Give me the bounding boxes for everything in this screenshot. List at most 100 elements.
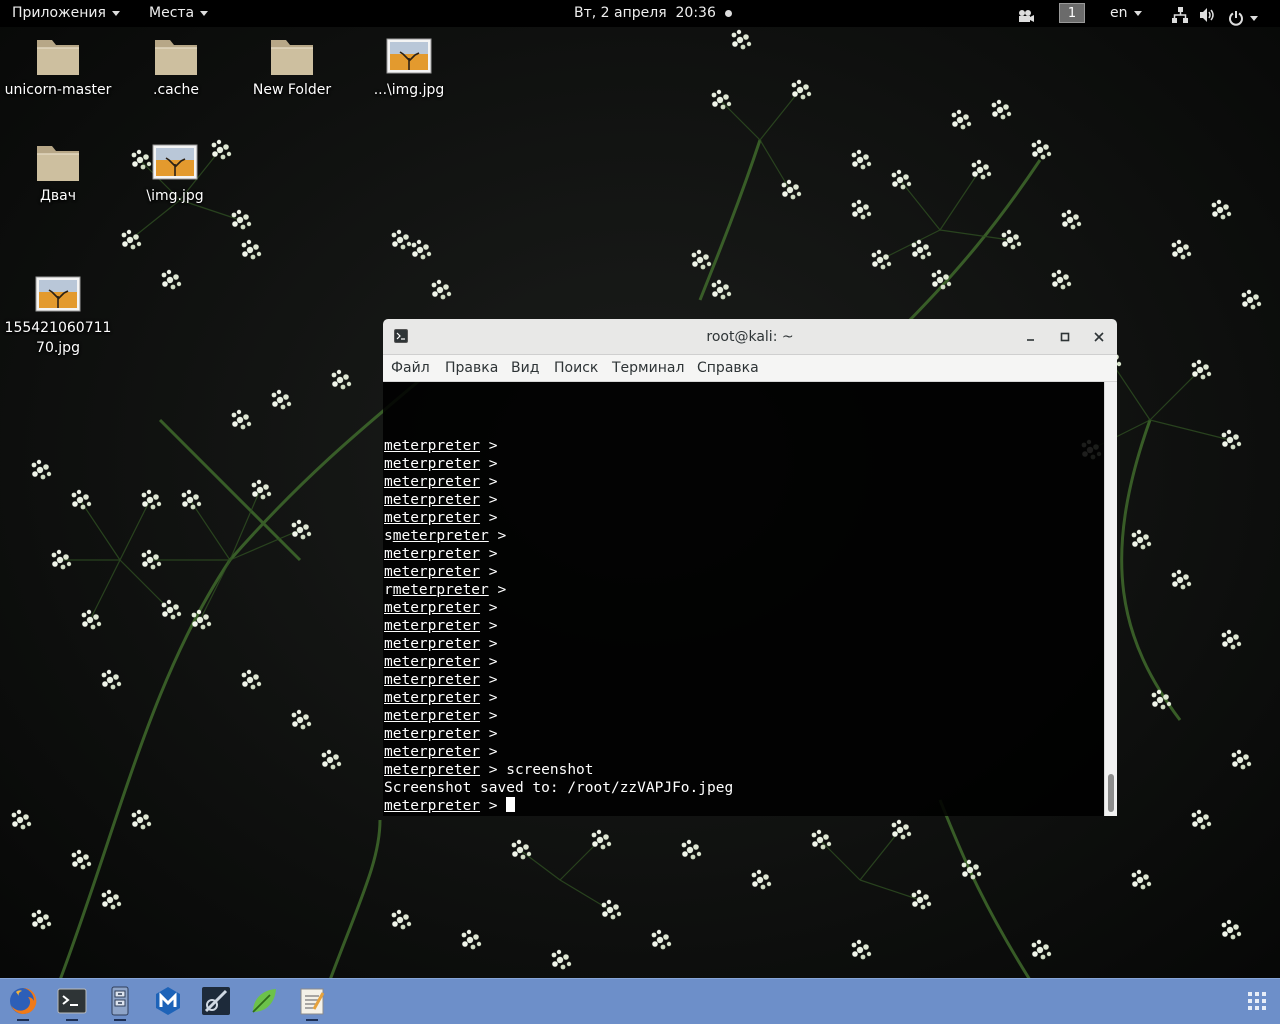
keyboard-layout-menu[interactable]: en (1110, 0, 1142, 27)
terminal-command-text: > (480, 492, 498, 508)
top-panel: Приложения Места Вт, 2 апреля 20:36 1 en (0, 0, 1280, 27)
system-menu[interactable] (1228, 5, 1258, 26)
applications-menu[interactable]: Приложения (12, 0, 120, 27)
meterpreter-prompt: meterpreter (384, 618, 481, 634)
menu-file[interactable]: Файл (391, 355, 430, 382)
places-menu[interactable]: Места (149, 0, 209, 27)
close-button[interactable] (1091, 329, 1107, 345)
folder-icon (37, 146, 79, 181)
terminal-command-text: > (480, 600, 498, 616)
text-editor-icon (300, 988, 325, 1015)
workspace-number: 1 (1067, 6, 1077, 21)
terminal-line: Screenshot saved to: /root/zzVAPJFo.jpeg (384, 779, 733, 797)
minimize-button[interactable] (1023, 329, 1039, 345)
desktop-icon-dvach[interactable]: Двач (2, 142, 114, 206)
menu-edit[interactable]: Правка (445, 355, 498, 382)
terminal-line: meterpreter > (384, 455, 733, 473)
dock-terminal[interactable] (56, 985, 88, 1021)
image-file-icon (152, 144, 198, 180)
meterpreter-prompt: meterpreter (384, 492, 481, 508)
show-applications-button[interactable] (1241, 985, 1273, 1017)
menu-terminal[interactable]: Терминал (612, 355, 684, 382)
menu-view[interactable]: Вид (511, 355, 539, 382)
meterpreter-prompt: meterpreter (384, 726, 481, 742)
terminal-output-area[interactable]: meterpreter > meterpreter > meterpreter > m… (383, 382, 1117, 816)
desktop-icon-cache[interactable]: .cache (120, 36, 232, 100)
close-icon (1094, 332, 1104, 342)
terminal-command-text: > (480, 474, 498, 490)
terminal-title: root@kali: ~ (706, 329, 794, 345)
scrollbar-thumb[interactable] (1108, 774, 1114, 812)
network-icon[interactable] (1172, 6, 1188, 23)
terminal-line: meterpreter > (384, 743, 733, 761)
meterpreter-prompt: meterpreter (384, 564, 481, 580)
terminal-command-text: > (480, 672, 498, 688)
terminal-line-text: r (384, 582, 393, 598)
terminal-line: meterpreter > (384, 725, 733, 743)
terminal-scrollbar[interactable] (1104, 382, 1117, 816)
desktop-icon-label: ...\img.jpg (373, 82, 445, 98)
terminal-menubar: Файл Правка Вид Поиск Терминал Справка (383, 355, 1117, 382)
terminal-line: meterpreter > (384, 509, 733, 527)
desktop-icon-img-jpg[interactable]: ...\img.jpg (353, 36, 465, 100)
meterpreter-prompt: meterpreter (384, 690, 481, 706)
terminal-line: meterpreter > (384, 473, 733, 491)
meterpreter-prompt: meterpreter (384, 708, 481, 724)
video-camera-icon[interactable] (1017, 6, 1035, 22)
keyboard-layout-label: en (1110, 5, 1128, 21)
desktop-icon-label: unicorn-master (4, 82, 112, 98)
terminal-command-text: > (480, 546, 498, 562)
terminal-titlebar[interactable]: root@kali: ~ (383, 319, 1117, 355)
desktop-icon-15542106071170-jpg[interactable]: 15542106071170.jpg (2, 274, 114, 358)
terminal-icon (57, 988, 87, 1014)
terminal-line: meterpreter > (384, 563, 733, 581)
dock-text-editor[interactable] (296, 985, 328, 1021)
menu-search[interactable]: Поиск (554, 355, 598, 382)
terminal-command-text: > (480, 564, 498, 580)
desktop-icon-label: New Folder (252, 82, 332, 98)
image-file-icon (35, 276, 81, 312)
terminal-command-text: > (480, 438, 498, 454)
chevron-down-icon (200, 10, 209, 16)
dock-leafpad[interactable] (248, 985, 280, 1017)
clock-label: Вт, 2 апреля 20:36 (574, 5, 716, 21)
workspace-indicator[interactable]: 1 (1059, 3, 1085, 23)
running-indicator (66, 1019, 78, 1021)
desktop-icon-img-jpg-2[interactable]: \img.jpg (119, 142, 231, 206)
terminal-line: smeterpreter > (384, 527, 733, 545)
desktop-icon-unicorn-master[interactable]: unicorn-master (2, 36, 114, 100)
terminal-line: meterpreter > (384, 653, 733, 671)
desktop-icon-label: Двач (39, 188, 77, 204)
volume-icon[interactable] (1199, 6, 1217, 22)
chevron-down-icon (1250, 15, 1258, 21)
dock-burpsuite[interactable] (200, 985, 232, 1017)
chevron-down-icon (1133, 10, 1142, 16)
terminal-command-text: > screenshot (480, 762, 594, 778)
meterpreter-prompt: meterpreter (384, 474, 481, 490)
terminal-command-text: > (480, 510, 498, 526)
desktop-icon-new-folder[interactable]: New Folder (236, 36, 348, 100)
terminal-window[interactable]: root@kali: ~ Файл Правка Вид Поиск Терми… (383, 319, 1117, 816)
meterpreter-prompt: meterpreter (384, 510, 481, 526)
power-icon (1229, 11, 1243, 26)
maximize-button[interactable] (1057, 329, 1073, 345)
terminal-command-text: > (480, 744, 498, 760)
menu-help[interactable]: Справка (697, 355, 759, 382)
terminal-line: meterpreter > (384, 545, 733, 563)
terminal-line: meterpreter > (384, 617, 733, 635)
dock-files[interactable] (104, 985, 136, 1021)
firefox-icon (10, 987, 37, 1014)
burpsuite-icon (202, 987, 230, 1015)
terminal-line-text: s (384, 528, 393, 544)
clock[interactable]: Вт, 2 апреля 20:36 (574, 0, 733, 27)
meterpreter-prompt: meterpreter (384, 438, 481, 454)
folder-icon (37, 40, 79, 75)
dock-firefox[interactable] (7, 985, 39, 1021)
leafpad-icon (252, 989, 276, 1013)
meterpreter-prompt: meterpreter (392, 582, 489, 598)
dock-maltego[interactable] (152, 985, 184, 1017)
folder-icon (271, 40, 313, 75)
meterpreter-prompt: meterpreter (384, 672, 481, 688)
terminal-line: meterpreter > (384, 707, 733, 725)
terminal-command-text: > (480, 456, 498, 472)
